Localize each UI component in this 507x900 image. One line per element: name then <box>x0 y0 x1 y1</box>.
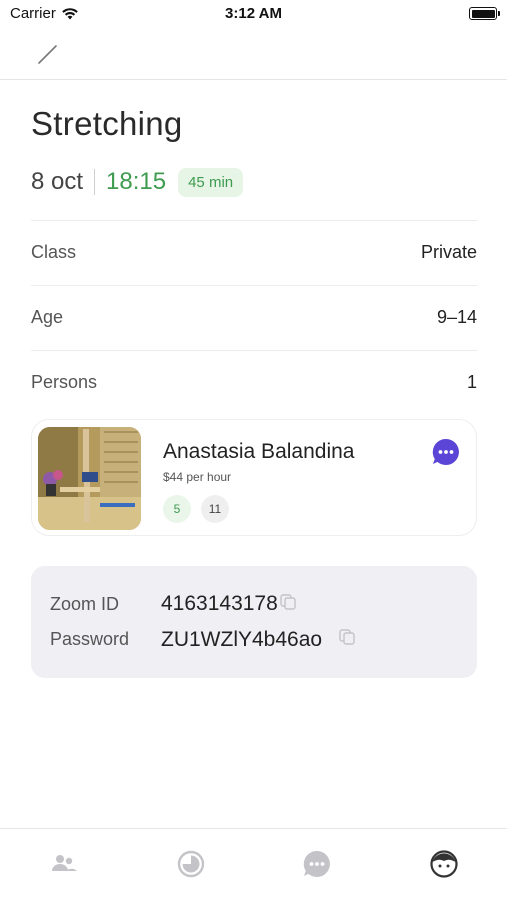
status-time: 3:12 AM <box>225 5 282 22</box>
detail-label: Age <box>31 307 64 327</box>
detail-row-age: Age 9–14 <box>31 285 477 349</box>
battery-icon <box>469 7 500 20</box>
tab-bar <box>0 828 507 900</box>
password-label: Password <box>50 629 130 649</box>
trainer-rate: $44 per hour <box>163 470 232 484</box>
lesson-date: 8 oct <box>31 168 84 195</box>
detail-value: Private <box>420 242 477 262</box>
rating-badge-grey: 11 <box>201 495 229 523</box>
detail-value: 9–14 <box>436 307 477 327</box>
detail-label: Class <box>31 242 77 262</box>
chat-icon[interactable] <box>302 849 332 879</box>
page-title: Stretching <box>31 105 183 142</box>
trainer-card[interactable]: Anastasia Balandina $44 per hour 5 11 <box>31 419 477 536</box>
zoom-id-value: 4163143178 <box>161 592 278 615</box>
nav-bar <box>0 30 507 80</box>
profile-icon[interactable] <box>429 849 459 879</box>
password-value: ZU1WZlY4b46ao <box>161 628 323 651</box>
date-divider <box>94 169 96 195</box>
detail-row-class: Class Private <box>31 220 477 284</box>
slash-icon[interactable] <box>36 42 60 66</box>
copy-icon[interactable] <box>279 593 297 611</box>
date-row: 8 oct 18:15 45 min <box>31 166 244 198</box>
zoom-id-label: Zoom ID <box>50 594 120 614</box>
progress-icon[interactable] <box>176 849 206 879</box>
chat-icon[interactable] <box>432 438 460 466</box>
copy-icon[interactable] <box>338 628 356 646</box>
lesson-time: 18:15 <box>106 168 167 195</box>
trainer-name: Anastasia Balandina <box>163 440 355 463</box>
status-bar: Carrier 3:12 AM <box>0 0 507 30</box>
detail-value: 1 <box>466 372 477 392</box>
detail-label: Persons <box>31 372 98 392</box>
rating-badge-green: 5 <box>163 495 191 523</box>
people-icon[interactable] <box>49 849 79 879</box>
detail-row-persons: Persons 1 <box>31 350 477 414</box>
zoom-info-box: Zoom ID 4163143178 Password ZU1WZlY4b46a… <box>31 566 477 678</box>
duration-badge: 45 min <box>178 167 244 197</box>
trainer-photo <box>38 427 141 530</box>
